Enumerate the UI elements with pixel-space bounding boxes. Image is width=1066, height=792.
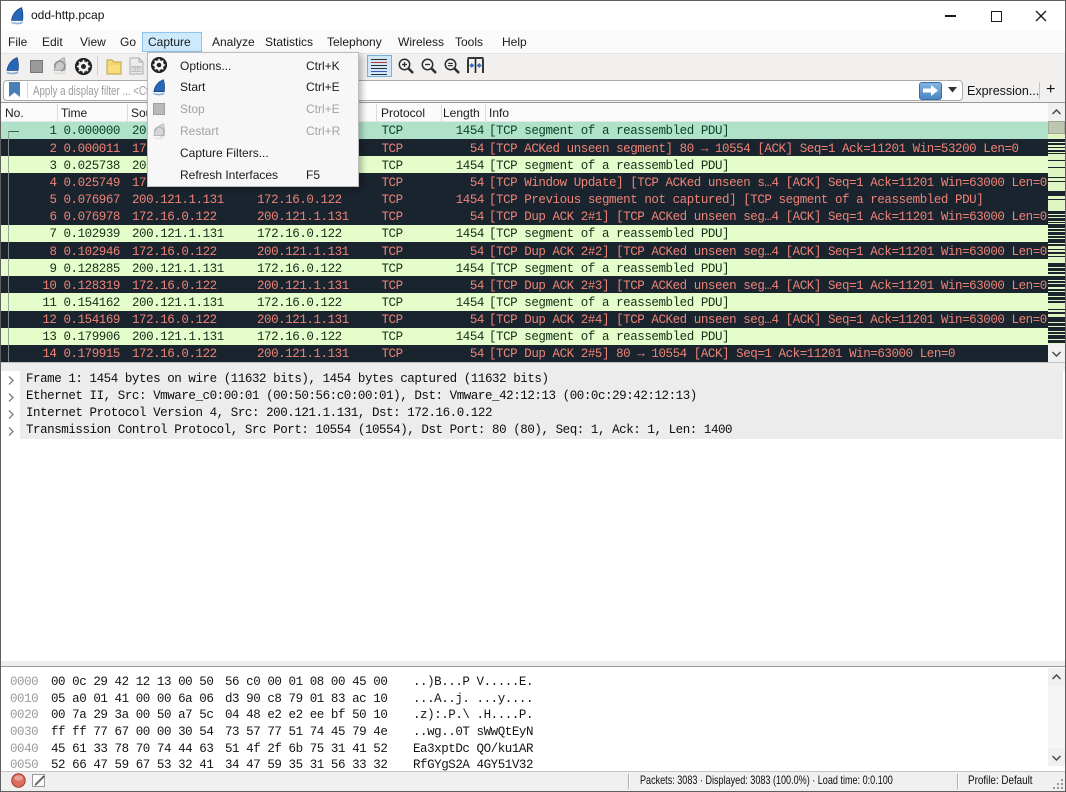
svg-text:010: 010: [132, 67, 142, 73]
